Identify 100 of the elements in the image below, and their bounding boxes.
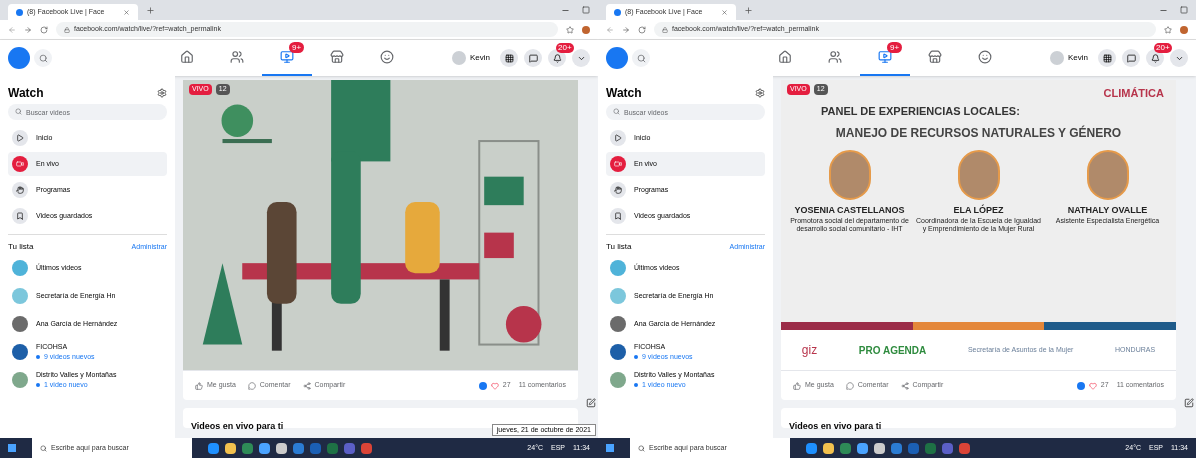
- heart-reaction-icon: [490, 381, 499, 390]
- bookmark-star-icon[interactable]: [566, 25, 574, 34]
- search-button[interactable]: [632, 49, 650, 67]
- sponsor-logo: PRO AGENDA: [858, 343, 927, 358]
- search-button[interactable]: [34, 49, 52, 67]
- facebook-logo-icon[interactable]: [8, 47, 30, 69]
- compose-icon[interactable]: [586, 398, 596, 408]
- people-icon: [828, 50, 842, 64]
- profile-avatar-icon[interactable]: [1180, 25, 1188, 34]
- store-icon: [928, 50, 942, 64]
- facebook-logo-icon[interactable]: [606, 47, 628, 69]
- taskbar-app-icon[interactable]: [208, 442, 219, 454]
- thumbs-up-icon: [793, 381, 801, 390]
- lock-icon: [64, 26, 70, 33]
- heart-reaction-icon: [1088, 381, 1097, 390]
- new-tab-icon[interactable]: [146, 5, 155, 15]
- notification-count: 9+: [289, 42, 305, 53]
- people-icon: [230, 50, 244, 64]
- taskbar-app-icon[interactable]: [874, 442, 885, 454]
- speaker-photo-placeholder: [828, 149, 871, 200]
- sidebar-title: Watch: [8, 85, 44, 102]
- windows-logo-icon: [8, 444, 16, 452]
- like-reaction-icon: [478, 381, 487, 390]
- menu-button[interactable]: [500, 49, 518, 67]
- speech-bubble-icon: [845, 381, 854, 390]
- taskbar-app-icon[interactable]: [806, 442, 817, 454]
- smiley-icon: [978, 50, 992, 64]
- bookmark-star-icon[interactable]: [1164, 25, 1172, 34]
- taskbar-app-icon[interactable]: [823, 442, 834, 454]
- taskbar-app-icon[interactable]: [259, 442, 270, 454]
- search-icon: [15, 108, 22, 115]
- taskbar-app-icon[interactable]: [225, 442, 236, 454]
- account-menu-button[interactable]: [1170, 49, 1188, 67]
- lock-icon: [662, 26, 668, 33]
- notification-count: 20+: [556, 43, 574, 53]
- messenger-button[interactable]: [524, 49, 542, 67]
- grid-icon: [1102, 53, 1112, 63]
- compose-icon[interactable]: [1184, 398, 1194, 408]
- forward-icon[interactable]: [24, 25, 32, 34]
- settings-icon[interactable]: [755, 88, 765, 98]
- speaker-name: NATHALY OVALLE: [1067, 203, 1148, 217]
- home-icon: [180, 50, 194, 64]
- close-icon[interactable]: [721, 8, 728, 16]
- video-screen-icon: [280, 50, 294, 64]
- favicon-icon: [16, 8, 23, 16]
- smiley-icon: [380, 50, 394, 64]
- share-icon: [900, 381, 909, 390]
- event-logo: CLIMÁTICA: [1103, 88, 1164, 99]
- nav-tab[interactable]: 9+: [262, 40, 312, 76]
- notification-count: 20+: [1154, 43, 1172, 53]
- taskbar-app-icon[interactable]: [276, 442, 287, 454]
- avatar-icon: [1050, 51, 1064, 65]
- nav-tab[interactable]: 9+: [860, 40, 910, 76]
- forward-icon[interactable]: [622, 25, 630, 34]
- sidebar-title: Watch: [606, 85, 642, 102]
- sponsor-logo: giz: [801, 342, 818, 359]
- settings-icon[interactable]: [157, 88, 167, 98]
- play-icon: [614, 134, 622, 142]
- profile-button[interactable]: Kevin: [452, 51, 494, 65]
- search-icon: [613, 108, 620, 115]
- like-reaction-icon: [1076, 381, 1085, 390]
- bell-icon: [552, 53, 562, 63]
- close-icon[interactable]: [123, 8, 130, 16]
- search-icon: [40, 444, 47, 452]
- messenger-button[interactable]: [1122, 49, 1140, 67]
- section-title: Videos en vivo para ti: [191, 421, 284, 431]
- reload-icon[interactable]: [40, 25, 48, 34]
- bell-icon: [1150, 53, 1160, 63]
- account-menu-button[interactable]: [572, 49, 590, 67]
- hand-icon: [614, 186, 622, 194]
- play-icon: [16, 134, 24, 142]
- search-icon: [38, 53, 48, 63]
- notification-count: 9+: [887, 42, 903, 53]
- list-title: Tu lista: [606, 241, 632, 253]
- maximize-icon[interactable]: [1180, 6, 1188, 14]
- panel-heading: PANEL DE EXPERIENCIAS LOCALES:: [820, 104, 1021, 119]
- chat-bubble-icon: [1126, 53, 1136, 63]
- video-screen-icon: [878, 50, 892, 64]
- speaker-name: YOSENIA CASTELLANOS: [794, 203, 905, 217]
- speaker-name: ELA LÓPEZ: [953, 203, 1004, 217]
- speaker-photo-placeholder: [1086, 149, 1129, 200]
- video-camera-icon: [16, 160, 24, 168]
- grid-icon: [504, 53, 514, 63]
- notifications-button[interactable]: [1146, 49, 1164, 67]
- search-icon: [638, 444, 645, 452]
- profile-button[interactable]: Kevin: [1050, 51, 1092, 65]
- chat-bubble-icon: [528, 53, 538, 63]
- speech-bubble-icon: [247, 381, 256, 390]
- menu-button[interactable]: [1098, 49, 1116, 67]
- reload-icon[interactable]: [638, 25, 646, 34]
- notifications-button[interactable]: [548, 49, 566, 67]
- windows-logo-icon: [606, 444, 614, 452]
- maximize-icon[interactable]: [582, 6, 590, 14]
- taskbar-app-icon[interactable]: [857, 442, 868, 454]
- profile-avatar-icon[interactable]: [582, 25, 590, 34]
- bookmark-icon: [614, 212, 622, 220]
- store-icon: [330, 50, 344, 64]
- new-tab-icon[interactable]: [744, 5, 753, 15]
- panel-subheading: MANEJO DE RECURSOS NATURALES Y GÉNERO: [834, 124, 1123, 142]
- speaker-photo-placeholder: [957, 149, 1000, 200]
